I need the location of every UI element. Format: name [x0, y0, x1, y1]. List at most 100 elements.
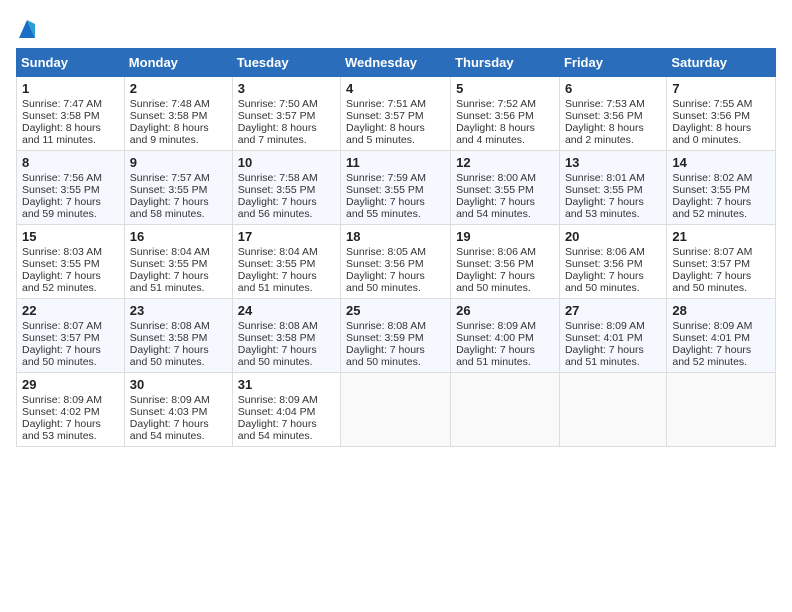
sunset-text: Sunset: 3:55 PM — [22, 258, 100, 270]
sunset-text: Sunset: 3:58 PM — [130, 110, 208, 122]
day-number: 24 — [238, 303, 335, 318]
daylight-text: Daylight: 7 hours and 59 minutes. — [22, 196, 101, 220]
table-row: 22 Sunrise: 8:07 AM Sunset: 3:57 PM Dayl… — [17, 299, 125, 373]
daylight-text: Daylight: 7 hours and 54 minutes. — [456, 196, 535, 220]
table-row: 3 Sunrise: 7:50 AM Sunset: 3:57 PM Dayli… — [232, 77, 340, 151]
sunrise-text: Sunrise: 8:07 AM — [22, 320, 102, 332]
table-row — [451, 373, 560, 447]
table-row: 11 Sunrise: 7:59 AM Sunset: 3:55 PM Dayl… — [341, 151, 451, 225]
sunset-text: Sunset: 3:55 PM — [130, 258, 208, 270]
sunset-text: Sunset: 3:56 PM — [346, 258, 424, 270]
day-number: 27 — [565, 303, 661, 318]
sunrise-text: Sunrise: 7:48 AM — [130, 98, 210, 110]
day-number: 17 — [238, 229, 335, 244]
daylight-text: Daylight: 7 hours and 51 minutes. — [565, 344, 644, 368]
table-row: 12 Sunrise: 8:00 AM Sunset: 3:55 PM Dayl… — [451, 151, 560, 225]
calendar-week-row: 22 Sunrise: 8:07 AM Sunset: 3:57 PM Dayl… — [17, 299, 776, 373]
sunset-text: Sunset: 3:57 PM — [238, 110, 316, 122]
table-row: 8 Sunrise: 7:56 AM Sunset: 3:55 PM Dayli… — [17, 151, 125, 225]
sunset-text: Sunset: 3:56 PM — [565, 110, 643, 122]
sunset-text: Sunset: 3:55 PM — [456, 184, 534, 196]
col-sunday: Sunday — [17, 49, 125, 77]
calendar-week-row: 1 Sunrise: 7:47 AM Sunset: 3:58 PM Dayli… — [17, 77, 776, 151]
table-row: 27 Sunrise: 8:09 AM Sunset: 4:01 PM Dayl… — [559, 299, 666, 373]
day-number: 29 — [22, 377, 119, 392]
sunset-text: Sunset: 3:55 PM — [346, 184, 424, 196]
sunset-text: Sunset: 3:56 PM — [456, 258, 534, 270]
table-row: 16 Sunrise: 8:04 AM Sunset: 3:55 PM Dayl… — [124, 225, 232, 299]
sunrise-text: Sunrise: 8:09 AM — [22, 394, 102, 406]
daylight-text: Daylight: 7 hours and 51 minutes. — [130, 270, 209, 294]
sunrise-text: Sunrise: 8:00 AM — [456, 172, 536, 184]
sunrise-text: Sunrise: 8:06 AM — [456, 246, 536, 258]
sunrise-text: Sunrise: 7:55 AM — [672, 98, 752, 110]
daylight-text: Daylight: 7 hours and 50 minutes. — [238, 344, 317, 368]
day-number: 16 — [130, 229, 227, 244]
logo — [16, 16, 38, 40]
table-row: 20 Sunrise: 8:06 AM Sunset: 3:56 PM Dayl… — [559, 225, 666, 299]
daylight-text: Daylight: 7 hours and 53 minutes. — [22, 418, 101, 442]
day-number: 23 — [130, 303, 227, 318]
table-row: 21 Sunrise: 8:07 AM Sunset: 3:57 PM Dayl… — [667, 225, 776, 299]
table-row: 25 Sunrise: 8:08 AM Sunset: 3:59 PM Dayl… — [341, 299, 451, 373]
daylight-text: Daylight: 7 hours and 50 minutes. — [565, 270, 644, 294]
day-number: 13 — [565, 155, 661, 170]
sunrise-text: Sunrise: 7:56 AM — [22, 172, 102, 184]
day-number: 22 — [22, 303, 119, 318]
table-row: 15 Sunrise: 8:03 AM Sunset: 3:55 PM Dayl… — [17, 225, 125, 299]
day-number: 19 — [456, 229, 554, 244]
sunrise-text: Sunrise: 8:04 AM — [238, 246, 318, 258]
day-number: 14 — [672, 155, 770, 170]
sunset-text: Sunset: 3:55 PM — [672, 184, 750, 196]
calendar-table: Sunday Monday Tuesday Wednesday Thursday… — [16, 48, 776, 447]
col-friday: Friday — [559, 49, 666, 77]
daylight-text: Daylight: 7 hours and 52 minutes. — [672, 196, 751, 220]
day-number: 28 — [672, 303, 770, 318]
page-header — [16, 16, 776, 40]
daylight-text: Daylight: 7 hours and 54 minutes. — [130, 418, 209, 442]
daylight-text: Daylight: 8 hours and 11 minutes. — [22, 122, 101, 146]
daylight-text: Daylight: 7 hours and 50 minutes. — [456, 270, 535, 294]
table-row: 29 Sunrise: 8:09 AM Sunset: 4:02 PM Dayl… — [17, 373, 125, 447]
daylight-text: Daylight: 7 hours and 52 minutes. — [672, 344, 751, 368]
col-thursday: Thursday — [451, 49, 560, 77]
day-number: 21 — [672, 229, 770, 244]
sunrise-text: Sunrise: 8:01 AM — [565, 172, 645, 184]
col-wednesday: Wednesday — [341, 49, 451, 77]
sunrise-text: Sunrise: 8:09 AM — [238, 394, 318, 406]
daylight-text: Daylight: 7 hours and 55 minutes. — [346, 196, 425, 220]
daylight-text: Daylight: 7 hours and 51 minutes. — [456, 344, 535, 368]
sunrise-text: Sunrise: 8:09 AM — [456, 320, 536, 332]
day-number: 2 — [130, 81, 227, 96]
table-row — [341, 373, 451, 447]
table-row: 13 Sunrise: 8:01 AM Sunset: 3:55 PM Dayl… — [559, 151, 666, 225]
sunrise-text: Sunrise: 8:08 AM — [238, 320, 318, 332]
day-number: 12 — [456, 155, 554, 170]
sunrise-text: Sunrise: 8:09 AM — [672, 320, 752, 332]
day-number: 5 — [456, 81, 554, 96]
table-row: 31 Sunrise: 8:09 AM Sunset: 4:04 PM Dayl… — [232, 373, 340, 447]
daylight-text: Daylight: 7 hours and 56 minutes. — [238, 196, 317, 220]
sunset-text: Sunset: 3:55 PM — [22, 184, 100, 196]
sunrise-text: Sunrise: 8:09 AM — [565, 320, 645, 332]
daylight-text: Daylight: 8 hours and 2 minutes. — [565, 122, 644, 146]
sunrise-text: Sunrise: 8:04 AM — [130, 246, 210, 258]
sunset-text: Sunset: 4:02 PM — [22, 406, 100, 418]
table-row — [559, 373, 666, 447]
daylight-text: Daylight: 7 hours and 50 minutes. — [22, 344, 101, 368]
table-row: 30 Sunrise: 8:09 AM Sunset: 4:03 PM Dayl… — [124, 373, 232, 447]
day-number: 1 — [22, 81, 119, 96]
table-row: 10 Sunrise: 7:58 AM Sunset: 3:55 PM Dayl… — [232, 151, 340, 225]
sunset-text: Sunset: 4:03 PM — [130, 406, 208, 418]
col-saturday: Saturday — [667, 49, 776, 77]
sunset-text: Sunset: 3:56 PM — [456, 110, 534, 122]
daylight-text: Daylight: 7 hours and 50 minutes. — [672, 270, 751, 294]
calendar-header-row: Sunday Monday Tuesday Wednesday Thursday… — [17, 49, 776, 77]
sunset-text: Sunset: 3:57 PM — [672, 258, 750, 270]
sunset-text: Sunset: 3:56 PM — [565, 258, 643, 270]
table-row: 9 Sunrise: 7:57 AM Sunset: 3:55 PM Dayli… — [124, 151, 232, 225]
sunrise-text: Sunrise: 8:08 AM — [130, 320, 210, 332]
calendar-week-row: 29 Sunrise: 8:09 AM Sunset: 4:02 PM Dayl… — [17, 373, 776, 447]
daylight-text: Daylight: 7 hours and 50 minutes. — [346, 270, 425, 294]
sunset-text: Sunset: 4:04 PM — [238, 406, 316, 418]
